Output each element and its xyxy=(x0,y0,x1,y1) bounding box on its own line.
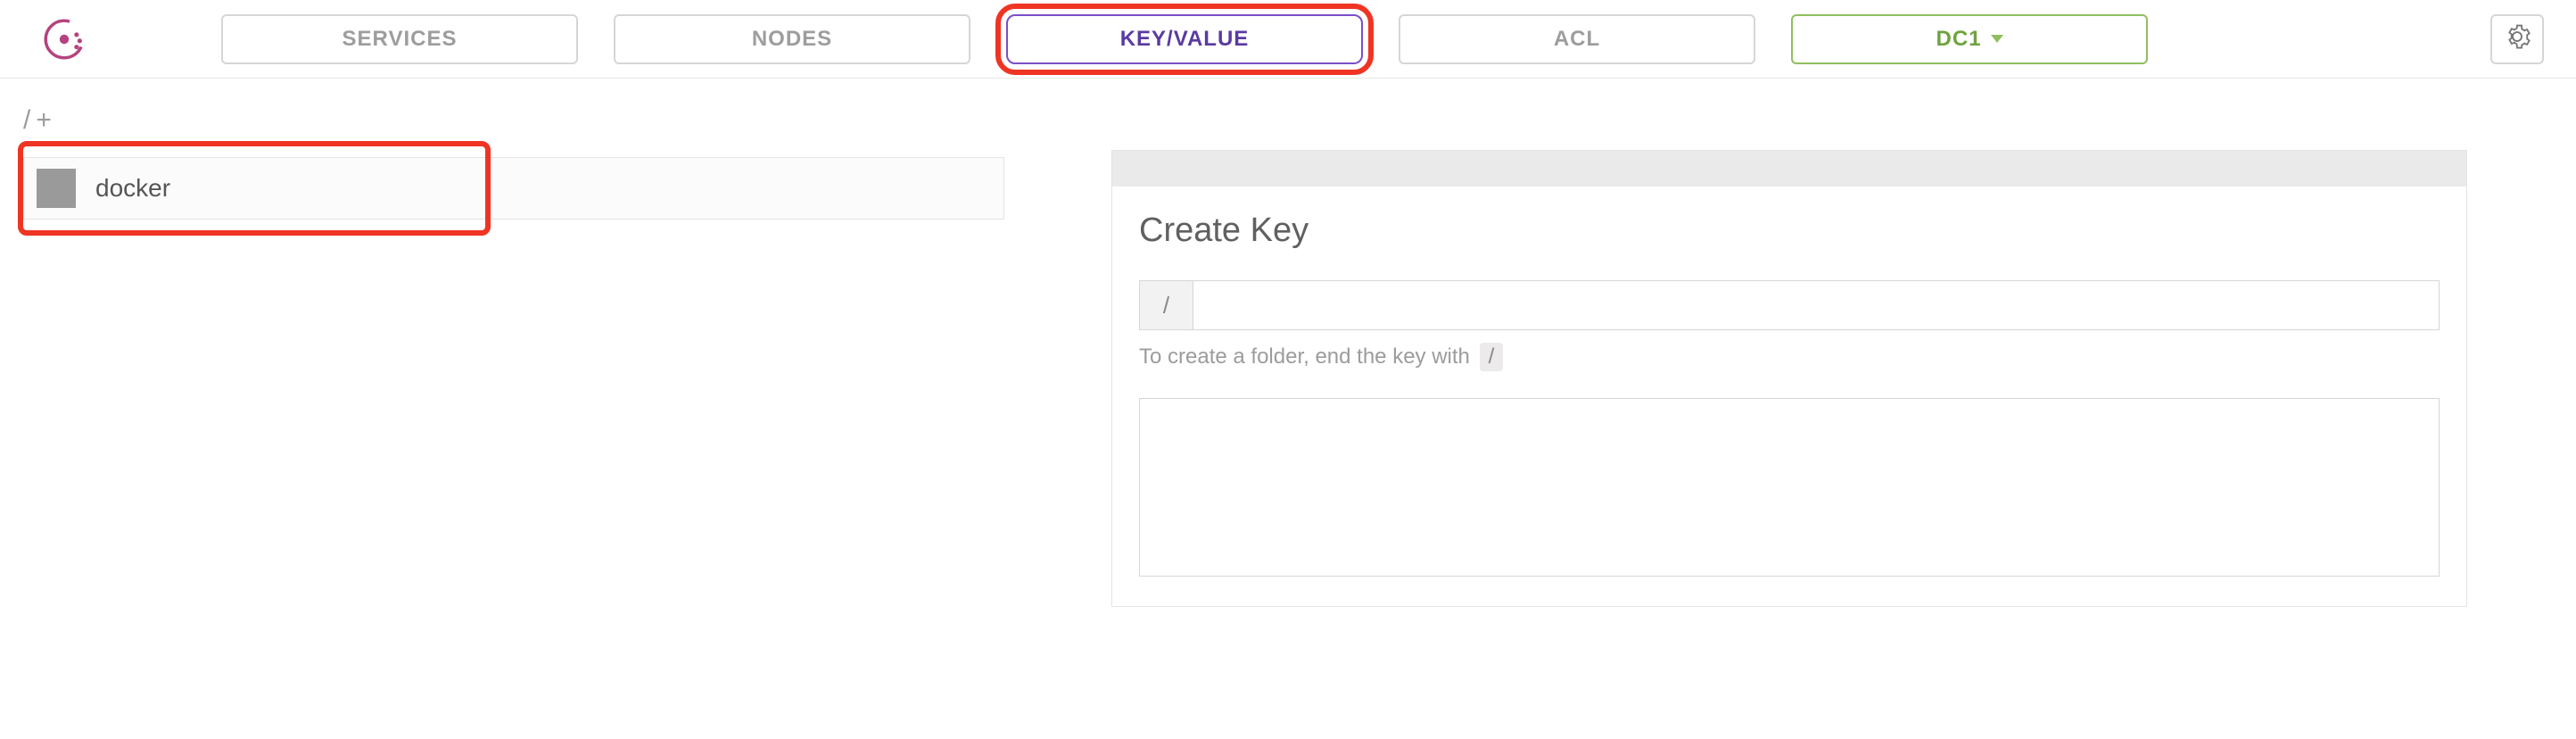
folder-help-prefix: To create a folder, end the key with xyxy=(1139,345,1470,369)
slash-chip: / xyxy=(1480,343,1504,371)
key-name-input[interactable] xyxy=(1193,280,2440,330)
kv-list-item[interactable]: docker xyxy=(23,157,1004,220)
nav-tabs: SERVICES NODES KEY/VALUE ACL DC1 xyxy=(221,14,2148,64)
breadcrumb[interactable]: / + xyxy=(23,105,1004,136)
settings-button[interactable] xyxy=(2490,14,2544,64)
chevron-down-icon xyxy=(1991,35,2003,43)
tab-services[interactable]: SERVICES xyxy=(221,14,578,64)
create-key-panel: Create Key / To create a folder, end the… xyxy=(1111,150,2467,607)
key-value-textarea[interactable] xyxy=(1139,398,2440,577)
tab-keyvalue-label: KEY/VALUE xyxy=(1120,27,1250,52)
panel-title: Create Key xyxy=(1139,212,2440,250)
tab-acl[interactable]: ACL xyxy=(1399,14,1755,64)
top-nav: SERVICES NODES KEY/VALUE ACL DC1 xyxy=(0,0,2576,79)
panel-header-stripe xyxy=(1112,151,2466,187)
kv-row-wrap: docker xyxy=(23,157,1004,220)
key-prefix-chip: / xyxy=(1139,280,1193,330)
tab-services-label: SERVICES xyxy=(343,27,458,52)
content-area: / + docker Create Key / To create a fold… xyxy=(0,79,2576,739)
datacenter-label: DC1 xyxy=(1936,27,1981,52)
key-input-row: / xyxy=(1139,280,2440,330)
breadcrumb-root: / xyxy=(23,105,30,136)
gear-icon xyxy=(2504,23,2531,54)
consul-logo xyxy=(32,14,96,64)
kv-status-swatch xyxy=(37,169,76,208)
kv-browser: / + docker xyxy=(23,105,1004,739)
tab-nodes-label: NODES xyxy=(752,27,832,52)
create-key-column: Create Key / To create a folder, end the… xyxy=(1111,105,2553,739)
kv-item-label: docker xyxy=(95,174,170,203)
breadcrumb-plus: + xyxy=(36,105,52,136)
tab-nodes[interactable]: NODES xyxy=(614,14,970,64)
panel-body: Create Key / To create a folder, end the… xyxy=(1112,187,2466,606)
folder-help-text: To create a folder, end the key with / xyxy=(1139,343,2440,371)
tab-acl-label: ACL xyxy=(1554,27,1600,52)
datacenter-dropdown[interactable]: DC1 xyxy=(1791,14,2148,64)
tab-keyvalue[interactable]: KEY/VALUE xyxy=(1006,14,1363,64)
